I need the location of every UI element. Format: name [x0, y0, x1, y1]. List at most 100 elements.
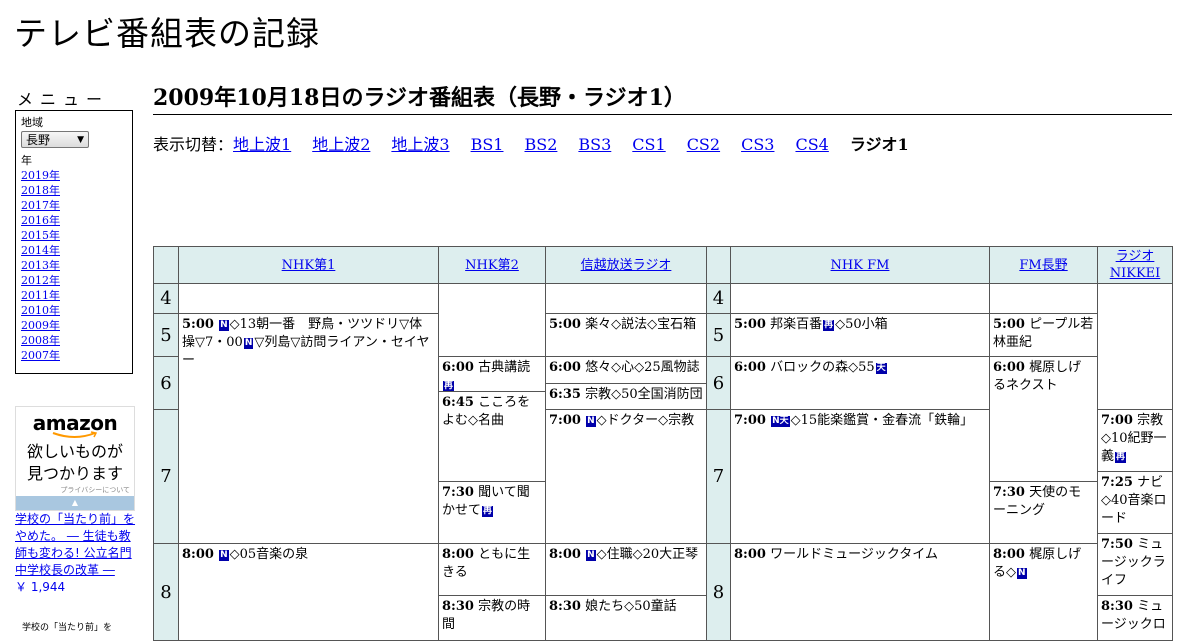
hour-cell: 5	[706, 313, 731, 357]
program-cell: 8:00 ともに生きる	[438, 543, 546, 596]
program-cell: 8:00 ワールドミュージックタイム	[730, 543, 990, 641]
channel-header: FM長野	[989, 246, 1098, 284]
program-detail: ◇15能楽鑑賞・金春流「鉄輪」	[790, 413, 974, 428]
channel-header: NHK第2	[438, 246, 546, 284]
program-cell: 6:00 悠々◇心◇25風物誌	[545, 356, 707, 384]
channel-header: 信越放送ラジオ	[545, 246, 707, 284]
program-time: 7:00	[734, 413, 766, 428]
program-time: 6:00	[549, 360, 581, 375]
empty-slot	[545, 283, 707, 314]
program-title: 古典講読	[478, 360, 531, 375]
broadcast-mark-icon: 再	[823, 320, 835, 331]
program-time: 5:00	[734, 317, 766, 332]
broadcast-mark-icon: N	[243, 338, 254, 349]
hour-label: 5	[160, 324, 172, 346]
channel-header: ラジオNIKKEI	[1097, 246, 1173, 284]
hour-label: 7	[160, 466, 172, 487]
program-time: 7:30	[442, 485, 474, 500]
program-time: 8:30	[549, 599, 581, 614]
program-detail: ◇住職◇20大正琴	[596, 547, 699, 562]
hour-cell: 5	[153, 313, 179, 357]
hour-label: 7	[712, 466, 725, 487]
program-time: 6:00	[442, 360, 474, 375]
broadcast-mark-icon: N	[586, 416, 596, 427]
program-cell: 5:00 楽々◇説法◇宝石箱	[545, 313, 707, 357]
broadcast-mark-icon: N天	[771, 416, 790, 427]
hour-label: 6	[712, 372, 725, 394]
channel-link[interactable]: ラジオNIKKEI	[1098, 248, 1172, 282]
program-time: 7:30	[993, 485, 1025, 500]
hour-label: 8	[712, 581, 725, 603]
program-cell: 8:00 N ◇住職◇20大正琴	[545, 543, 707, 596]
hour-cell: 6	[153, 356, 179, 410]
program-title: 楽々◇説法◇宝石箱	[585, 317, 697, 332]
program-cell: 6:00 古典講読再	[438, 356, 546, 392]
hour-cell: 6	[706, 356, 731, 410]
hour-cell: 7	[153, 409, 179, 544]
hour-cell: 7	[706, 409, 731, 544]
program-title: バロックの森◇55	[770, 360, 875, 375]
program-time: 8:00	[734, 547, 766, 562]
program-time: 7:25	[1101, 475, 1133, 490]
program-time: 6:00	[734, 360, 766, 375]
empty-slot	[989, 283, 1098, 314]
broadcast-mark-icon: N	[219, 550, 229, 561]
hour-label: 8	[160, 581, 172, 603]
hour-label: 4	[712, 288, 725, 309]
channel-link[interactable]: FM長野	[1019, 257, 1067, 274]
program-cell: 8:30 ミュージックロ	[1097, 595, 1173, 641]
program-time: 6:45	[442, 395, 474, 410]
channel-header: NHK第1	[178, 246, 439, 284]
hour-label: 4	[160, 288, 172, 309]
program-cell: 7:00 宗教◇10紀野一義再	[1097, 409, 1173, 472]
channel-link[interactable]: NHK FM	[831, 257, 890, 274]
program-cell: 8:30 娘たち◇50童話	[545, 595, 707, 641]
broadcast-mark-icon: 天	[875, 363, 887, 374]
empty-slot	[178, 283, 439, 314]
program-time: 6:35	[549, 387, 581, 402]
program-detail: ◇50小箱	[835, 317, 888, 332]
program-cell: 5:00 邦楽百番再 ◇50小箱	[730, 313, 990, 357]
program-cell: 6:35 宗教◇50全国消防団	[545, 383, 707, 410]
program-time: 7:00	[549, 413, 581, 428]
program-cell: 7:00 N ◇ドクター◇宗教	[545, 409, 707, 544]
hour-header-corner	[153, 246, 179, 284]
program-title: 邦楽百番	[770, 317, 823, 332]
hour-label: 6	[160, 372, 172, 394]
broadcast-mark-icon: 再	[1115, 452, 1127, 463]
channel-link[interactable]: 信越放送ラジオ	[581, 257, 672, 274]
program-cell: 7:30 聞いて聞かせて再	[438, 481, 546, 544]
program-cell: 5:00 ピープル若林亜紀	[989, 313, 1098, 357]
program-detail: ◇05音楽の泉	[229, 547, 309, 562]
hour-cell: 8	[153, 543, 179, 641]
program-time: 5:00	[182, 317, 214, 332]
program-cell: 8:30 宗教の時間	[438, 595, 546, 641]
program-cell: 5:00 N ◇13朝一番 野鳥・ツツドリ▽体操▽7・00 N ▽列島▽訪問ライアン・…	[178, 313, 439, 544]
program-title: 娘たち◇50童話	[585, 599, 677, 614]
hour-cell: 4	[153, 283, 179, 314]
program-cell: 7:50 ミュージックライフ	[1097, 533, 1173, 596]
program-time: 7:50	[1101, 537, 1133, 552]
program-title: ワールドミュージックタイム	[770, 547, 939, 562]
program-cell: 8:00 N ◇05音楽の泉	[178, 543, 439, 641]
program-cell: 6:00 バロックの森◇55 天	[730, 356, 990, 410]
hour-cell: 8	[706, 543, 731, 641]
program-time: 8:30	[1101, 599, 1133, 614]
program-time: 7:00	[1101, 413, 1133, 428]
program-time: 8:00	[993, 547, 1025, 562]
program-time: 5:00	[549, 317, 581, 332]
channel-link[interactable]: NHK第1	[282, 257, 336, 274]
schedule-grid: NHK第1 NHK第2 信越放送ラジオ NHK FM FM長野 ラジオNIKKEI 4 4 5 5…	[0, 0, 1200, 641]
hour-header-corner	[706, 246, 731, 284]
program-title: 悠々◇心◇25風物誌	[585, 360, 700, 375]
program-time: 8:00	[442, 547, 474, 562]
channel-link[interactable]: NHK第2	[465, 257, 519, 274]
empty-slot	[1097, 283, 1173, 410]
program-title: 宗教◇50全国消防団	[585, 387, 703, 402]
program-cell: 7:30 天使のモーニング	[989, 481, 1098, 544]
program-cell: 6:00 梶原しげるネクスト	[989, 356, 1098, 482]
broadcast-mark-icon: N	[219, 320, 229, 331]
empty-slot	[438, 283, 546, 357]
program-detail: ◇ドクター◇宗教	[596, 413, 695, 428]
program-time: 8:00	[549, 547, 581, 562]
